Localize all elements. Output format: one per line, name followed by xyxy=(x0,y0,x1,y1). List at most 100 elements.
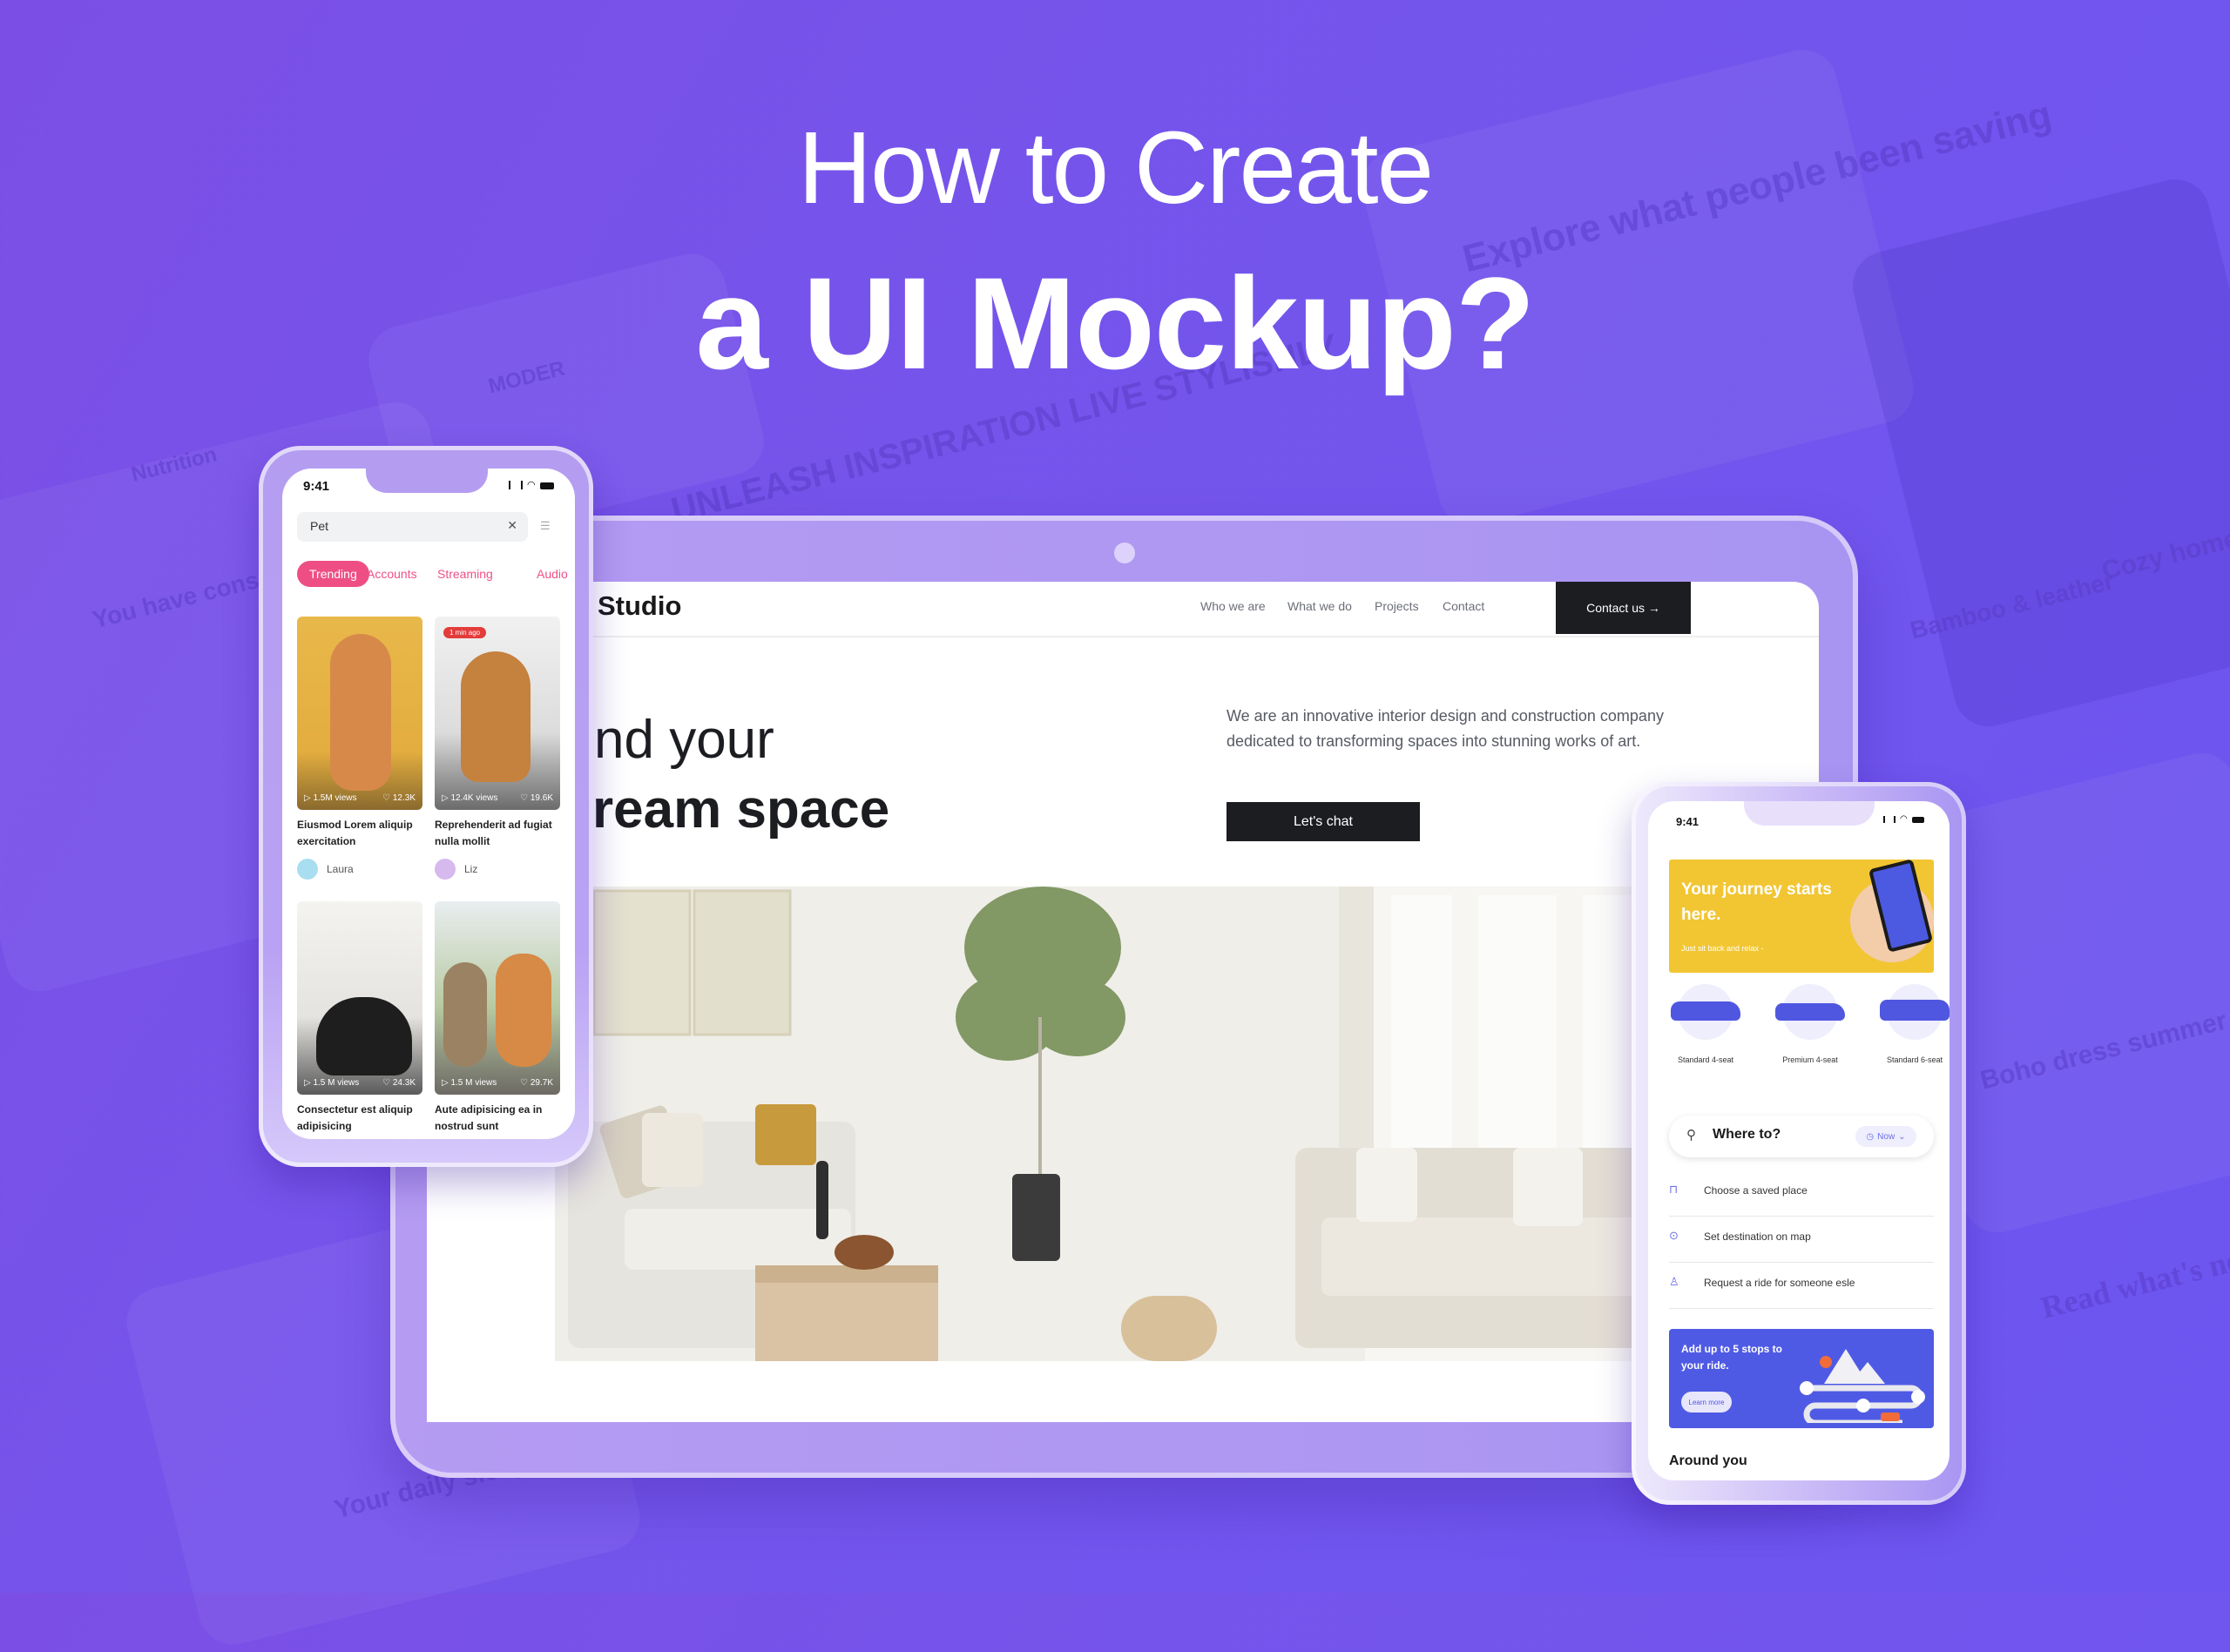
learn-more-button[interactable]: Learn more xyxy=(1681,1392,1732,1413)
card-title[interactable]: Consectetur est aliquip adipisicing xyxy=(297,1102,428,1135)
wifi-icon: ◠ xyxy=(527,480,536,490)
likes-count: ♡ 29.7K xyxy=(520,1078,553,1088)
option-saved-place[interactable]: ⊓ Choose a saved place xyxy=(1669,1170,1934,1217)
time-selector-value: Now xyxy=(1877,1131,1896,1142)
status-time: 9:41 xyxy=(1676,815,1700,828)
living-room-illustration xyxy=(555,887,1687,1361)
location-pin-icon: ⊙ xyxy=(1669,1229,1679,1242)
video-card[interactable]: ▷ 1.5 M views ♡ 29.7K xyxy=(435,901,560,1095)
camera-icon xyxy=(1114,543,1135,563)
website-nav: Studio Who we are What we do Projects Co… xyxy=(427,582,1819,637)
search-icon: ⚲ xyxy=(1686,1128,1696,1143)
bg-text: Read what's new xyxy=(2037,1237,2230,1325)
brand-logo[interactable]: Studio xyxy=(598,590,681,622)
tab-streaming[interactable]: Streaming xyxy=(437,567,493,581)
tab-accounts[interactable]: Accounts xyxy=(367,567,417,581)
headline-line1: nd your xyxy=(594,710,774,770)
pet-app-screen: 9:41 ◠ Pet ✕ ☰ Trending Accounts Streami… xyxy=(282,469,575,1139)
card-title[interactable]: Reprehenderit ad fugiat nulla mollit xyxy=(435,817,565,850)
status-time: 9:41 xyxy=(303,479,330,494)
clear-icon[interactable]: ✕ xyxy=(507,518,517,533)
where-to-search[interactable]: ⚲ Where to? ◷ Now ⌄ xyxy=(1669,1116,1934,1157)
vehicle-label: Standard 6-seat xyxy=(1886,1055,1943,1064)
stops-banner-title: Add up to 5 stops to your ride. xyxy=(1681,1343,1782,1372)
views-count: ▷ 1.5 M views xyxy=(304,1078,360,1088)
card-title[interactable]: Aute adipisicing ea in nostrud sunt xyxy=(435,1102,565,1135)
living-room-image xyxy=(555,887,1687,1361)
author-name: Liz xyxy=(464,863,478,875)
ride-app-screen: 9:41 ◠ Your journey starts here. Just si… xyxy=(1648,801,1950,1480)
option-label: Set destination on map xyxy=(1704,1231,1811,1243)
battery-icon xyxy=(1911,817,1924,823)
live-badge: 1 min ago xyxy=(443,627,487,638)
website-screen: Studio Who we are What we do Projects Co… xyxy=(427,582,1819,1422)
vehicle-label: Standard 4-seat xyxy=(1677,1055,1734,1064)
vehicle-option-premium-4[interactable]: Premium 4-seat xyxy=(1767,984,1854,1064)
lets-chat-button[interactable]: Let's chat xyxy=(1226,802,1420,841)
vehicle-label: Premium 4-seat xyxy=(1782,1055,1838,1064)
likes-count: ♡ 12.3K xyxy=(382,793,416,803)
video-card[interactable]: ▷ 1.5M views ♡ 12.3K xyxy=(297,617,422,810)
option-label: Request a ride for someone esle xyxy=(1704,1277,1855,1289)
option-ride-for-someone[interactable]: ♙ Request a ride for someone esle xyxy=(1669,1263,1934,1309)
author-name: Laura xyxy=(327,863,354,875)
phone-notch xyxy=(1744,801,1875,826)
around-you-heading: Around you xyxy=(1669,1453,1747,1468)
chevron-down-icon: ⌄ xyxy=(1898,1131,1906,1142)
card-title[interactable]: Eiusmod Lorem aliquip exercitation xyxy=(297,817,428,850)
badge-text: 1 min ago xyxy=(449,629,481,637)
video-card[interactable]: ▷ 1.5 M views ♡ 24.3K xyxy=(297,901,422,1095)
phone-notch xyxy=(366,469,488,493)
status-icons: ◠ xyxy=(1883,814,1924,824)
vehicle-option-standard-6[interactable]: Standard 6-seat xyxy=(1871,984,1950,1064)
person-add-icon: ♙ xyxy=(1669,1275,1679,1288)
author[interactable]: Laura xyxy=(297,859,354,880)
vehicle-option-standard-4[interactable]: Standard 4-seat xyxy=(1662,984,1749,1064)
clock-icon: ◷ xyxy=(1866,1131,1875,1142)
battery-icon xyxy=(539,482,554,489)
card-stats: ▷ 1.5M views ♡ 12.3K xyxy=(304,793,416,803)
journey-promo-banner[interactable]: Your journey starts here. Just sit back … xyxy=(1669,860,1934,973)
likes-count: ♡ 24.3K xyxy=(382,1078,416,1088)
signal-icon xyxy=(509,481,523,489)
avatar xyxy=(297,859,318,880)
company-description: We are an innovative interior design and… xyxy=(1226,707,1664,750)
dog-illustration xyxy=(443,962,487,1067)
headline-line2: ream space xyxy=(592,779,890,839)
search-input[interactable]: Pet ✕ xyxy=(297,512,528,542)
views-count: ▷ 1.5 M views xyxy=(442,1078,497,1088)
multi-stop-banner[interactable]: Add up to 5 stops to your ride. Learn mo… xyxy=(1669,1329,1934,1428)
time-selector[interactable]: ◷ Now ⌄ xyxy=(1855,1126,1916,1147)
cat-illustration xyxy=(316,997,412,1075)
cat-illustration xyxy=(330,634,391,791)
status-icons: ◠ xyxy=(509,480,554,490)
dog-illustration xyxy=(496,954,551,1067)
search-value: Pet xyxy=(310,519,329,533)
signal-icon xyxy=(1883,816,1896,823)
promo-title: Your journey starts here. xyxy=(1681,880,1832,924)
card-stats: ▷ 1.5 M views ♡ 29.7K xyxy=(442,1078,553,1088)
wifi-icon: ◠ xyxy=(1900,814,1908,824)
car-icon xyxy=(1671,984,1740,1040)
nav-link-projects[interactable]: Projects xyxy=(1375,599,1419,613)
author[interactable]: Liz xyxy=(435,859,477,880)
hero-title-line1: How to Create xyxy=(797,111,1434,226)
where-to-placeholder: Where to? xyxy=(1713,1127,1781,1142)
tab-trending[interactable]: Trending xyxy=(297,561,369,587)
hero-title-line2: a UI Mockup? xyxy=(695,250,1535,396)
views-count: ▷ 1.5M views xyxy=(304,793,357,803)
contact-us-button[interactable]: Contact us → xyxy=(1556,582,1691,634)
video-card[interactable]: 1 min ago ▷ 12.4K views ♡ 19.6K xyxy=(435,617,560,810)
van-icon xyxy=(1880,984,1950,1040)
nav-link-contact[interactable]: Contact xyxy=(1443,599,1484,613)
nav-link-who-we-are[interactable]: Who we are xyxy=(1200,599,1266,613)
tab-audio[interactable]: Audio xyxy=(537,567,568,581)
route-mountains-illustration xyxy=(1800,1349,1925,1423)
car-icon xyxy=(1775,984,1845,1040)
option-destination-map[interactable]: ⊙ Set destination on map xyxy=(1669,1217,1934,1263)
avatar xyxy=(435,859,456,880)
nav-link-what-we-do[interactable]: What we do xyxy=(1287,599,1352,613)
card-stats: ▷ 12.4K views ♡ 19.6K xyxy=(442,793,553,803)
likes-count: ♡ 19.6K xyxy=(520,793,553,803)
filter-icon[interactable]: ☰ xyxy=(540,519,551,533)
